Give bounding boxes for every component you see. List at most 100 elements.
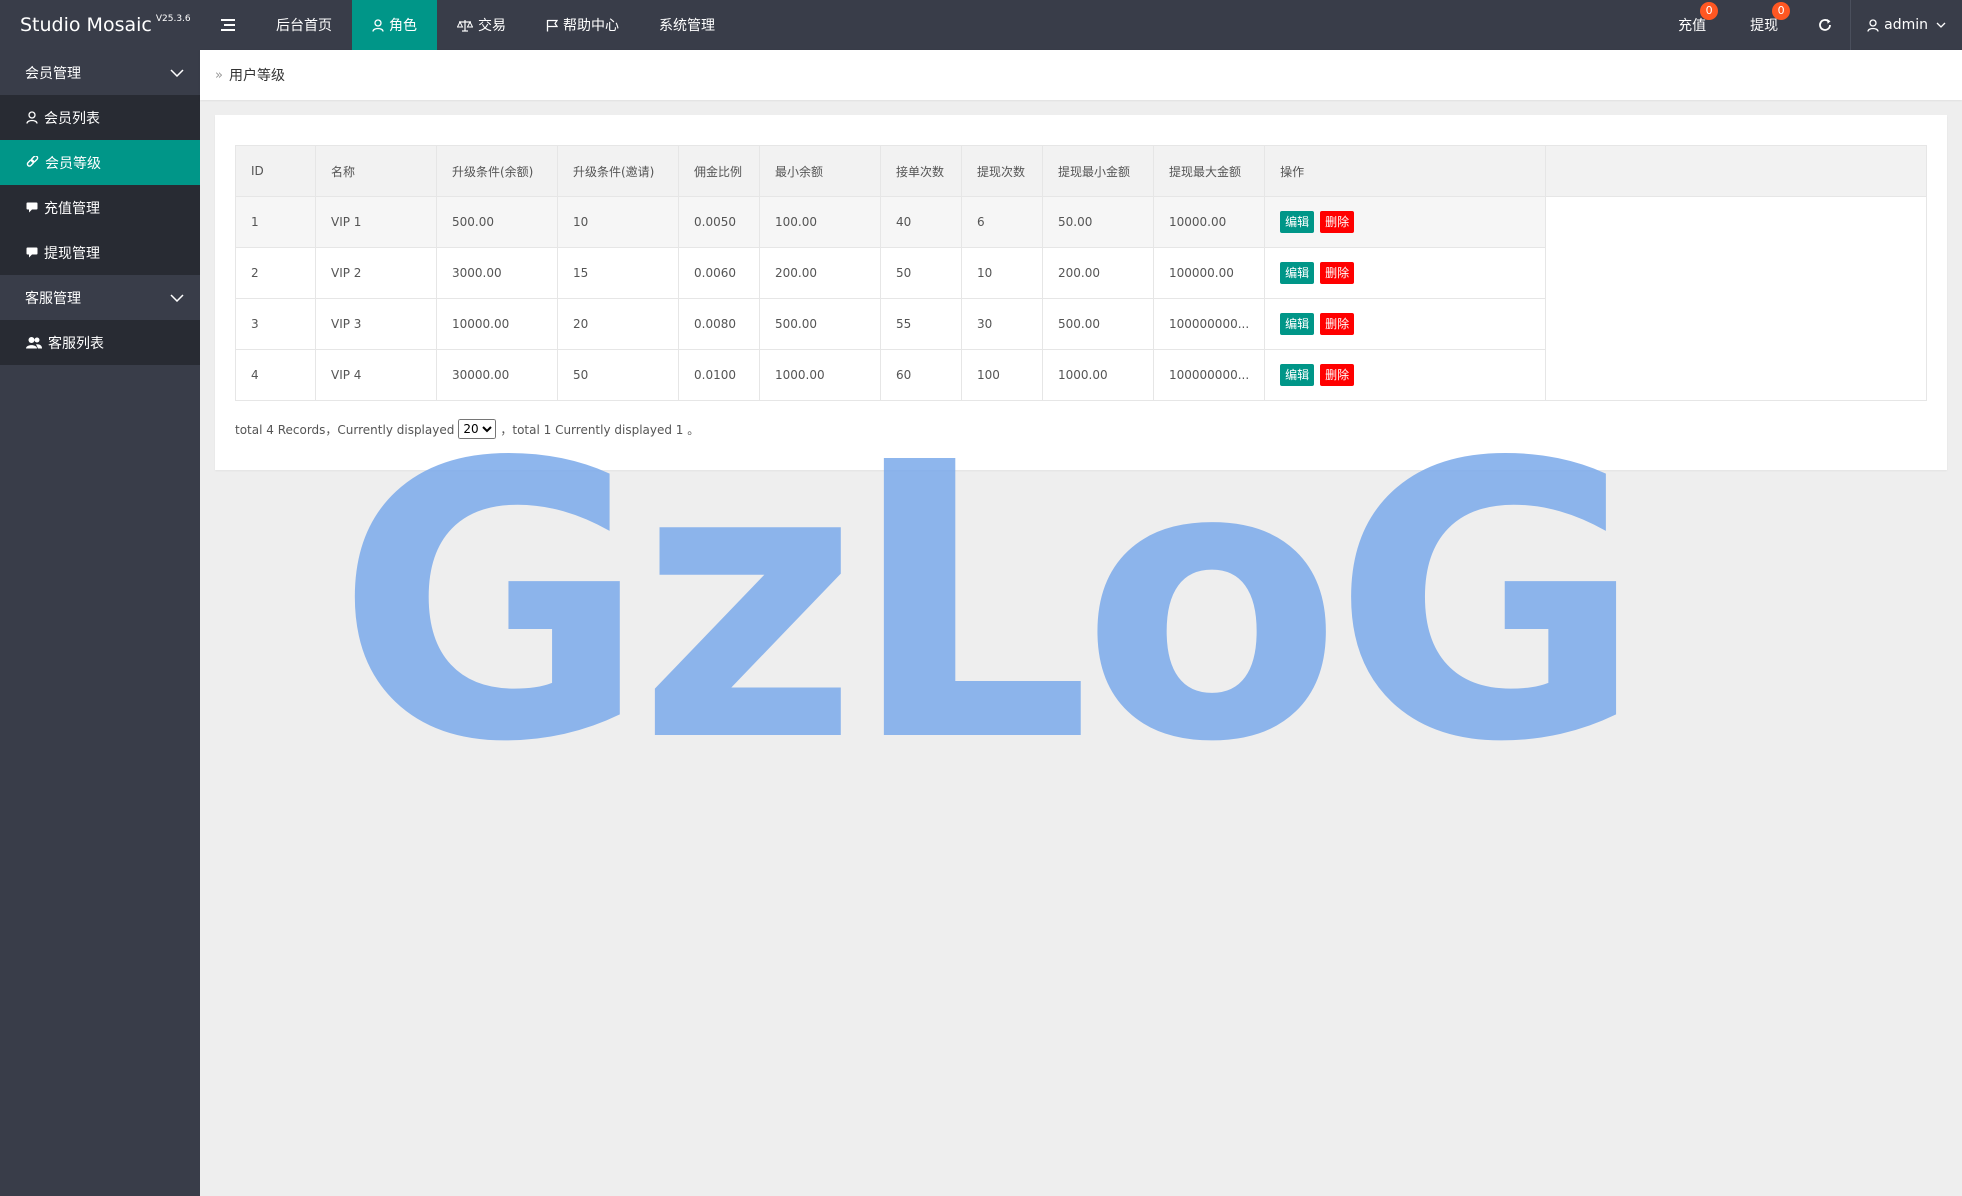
sidebar-item-label: 会员等级	[45, 155, 101, 172]
delete-button[interactable]: 删除	[1320, 262, 1355, 284]
table-cell: 100000.00	[1152, 247, 1266, 299]
users-icon	[26, 337, 42, 349]
table-filler	[1545, 247, 1927, 299]
table-cell: 55	[880, 298, 962, 350]
table-cell: 50.00	[1042, 196, 1154, 248]
sidebar-item-member-list[interactable]: 会员列表	[0, 95, 200, 140]
page-size-select[interactable]: 20	[458, 419, 497, 439]
sidebar-item-member-level[interactable]: 会员等级	[0, 140, 200, 185]
table-filler	[1545, 298, 1927, 350]
user-icon	[1867, 18, 1879, 32]
table-cell: 1	[235, 196, 316, 248]
chevron-down-icon	[1936, 22, 1946, 28]
double-chevron-right-icon: »	[215, 67, 223, 83]
table-cell: 40	[880, 196, 962, 248]
table-cell: 3000.00	[436, 247, 558, 299]
refresh-icon	[1819, 19, 1832, 31]
table-cell: 10000.00	[436, 298, 558, 350]
sidebar-group-service[interactable]: 客服管理	[0, 275, 200, 320]
link-icon	[26, 156, 39, 167]
level-table: ID 名称 升级条件(余额) 升级条件(邀请) 佣金比例 最小余额 接单次数 提…	[235, 145, 1927, 401]
table-header-cell: 提现最大金额	[1152, 145, 1266, 197]
table-cell: 50	[880, 247, 962, 299]
table-cell: 100000000...	[1152, 298, 1266, 350]
table-cell: 500.00	[759, 298, 881, 350]
table-row: 2 VIP 2 3000.00 15 0.0060 200.00 50 10 2…	[235, 247, 1927, 299]
brand-logo[interactable]: Studio Mosaic V25.3.6	[0, 0, 200, 50]
table-cell: 1000.00	[759, 349, 881, 401]
table-header-cell: 名称	[315, 145, 437, 197]
withdraw-badge: 0	[1772, 2, 1791, 20]
table-header-cell: 提现最小金额	[1042, 145, 1154, 197]
topnav-trade[interactable]: 交易	[437, 0, 526, 50]
table-cell: 10000.00	[1152, 196, 1266, 248]
table-cell: VIP 1	[315, 196, 437, 248]
table-header-cell: 操作	[1264, 145, 1547, 197]
menu-toggle-icon[interactable]	[200, 0, 256, 50]
table-cell: 2	[235, 247, 316, 299]
topnav-home[interactable]: 后台首页	[256, 0, 352, 50]
refresh-button[interactable]	[1800, 0, 1850, 50]
table-cell: 200.00	[1042, 247, 1154, 299]
breadcrumb-current[interactable]: 用户等级	[229, 65, 285, 85]
table-cell: 10	[961, 247, 1043, 299]
topnav-role-label: 角色	[389, 18, 417, 34]
edit-button[interactable]: 编辑	[1280, 211, 1315, 233]
topnav-help-label: 帮助中心	[563, 18, 619, 34]
recharge-label: 充值	[1678, 18, 1707, 34]
flag-icon	[546, 19, 558, 31]
sidebar-item-withdraw[interactable]: 提现管理	[0, 230, 200, 275]
table-row: 4 VIP 4 30000.00 50 0.0100 1000.00 60 10…	[235, 349, 1927, 401]
scale-icon	[457, 19, 473, 32]
withdraw-link[interactable]: 提现 0	[1728, 0, 1800, 50]
edit-button[interactable]: 编辑	[1280, 364, 1315, 386]
table-row: 3 VIP 3 10000.00 20 0.0080 500.00 55 30 …	[235, 298, 1927, 350]
topnav-role[interactable]: 角色	[352, 0, 437, 50]
table-cell: 200.00	[759, 247, 881, 299]
table-cell: 500.00	[436, 196, 558, 248]
sidebar-item-label: 客服列表	[48, 335, 104, 352]
table-cell: 100	[961, 349, 1043, 401]
table-header-cell: 最小余额	[759, 145, 881, 197]
recharge-link[interactable]: 充值 0	[1656, 0, 1728, 50]
table-cell: 0.0080	[678, 298, 760, 350]
delete-button[interactable]: 删除	[1320, 211, 1355, 233]
delete-button[interactable]: 删除	[1320, 364, 1355, 386]
table-actions: 编辑 删除	[1264, 349, 1547, 401]
recharge-badge: 0	[1700, 2, 1719, 20]
table-cell: 50	[557, 349, 679, 401]
table-header-cell: ID	[235, 145, 316, 197]
table-cell: 20	[557, 298, 679, 350]
table-filler	[1545, 196, 1927, 248]
delete-button[interactable]: 删除	[1320, 313, 1355, 335]
table-header-cell: 提现次数	[961, 145, 1043, 197]
user-icon	[372, 18, 384, 32]
edit-button[interactable]: 编辑	[1280, 313, 1315, 335]
table-header-cell: 佣金比例	[678, 145, 760, 197]
edit-button[interactable]: 编辑	[1280, 262, 1315, 284]
topnav-trade-label: 交易	[478, 18, 506, 34]
topnav-help[interactable]: 帮助中心	[526, 0, 639, 50]
breadcrumb: » 用户等级	[200, 50, 1962, 100]
user-icon	[26, 111, 38, 124]
table-cell: 4	[235, 349, 316, 401]
pager-prefix: total 4 Records，Currently displayed	[235, 422, 455, 437]
user-menu[interactable]: admin	[1851, 0, 1962, 50]
table-cell: 0.0050	[678, 196, 760, 248]
sidebar-item-service-list[interactable]: 客服列表	[0, 320, 200, 365]
sidebar-item-recharge[interactable]: 充值管理	[0, 185, 200, 230]
table-cell: 60	[880, 349, 962, 401]
table-cell: 100.00	[759, 196, 881, 248]
table-actions: 编辑 删除	[1264, 298, 1547, 350]
table-cell: VIP 4	[315, 349, 437, 401]
sidebar-group-members[interactable]: 会员管理	[0, 50, 200, 95]
topnav-system[interactable]: 系统管理	[639, 0, 735, 50]
table-cell: 15	[557, 247, 679, 299]
pager-suffix: ，total 1 Currently displayed 1 。	[500, 422, 700, 437]
table-cell: 30	[961, 298, 1043, 350]
user-name: admin	[1884, 17, 1928, 33]
chevron-down-icon	[170, 293, 184, 302]
table-cell: 3	[235, 298, 316, 350]
table-header-cell: 升级条件(邀请)	[557, 145, 679, 197]
table-cell: 6	[961, 196, 1043, 248]
